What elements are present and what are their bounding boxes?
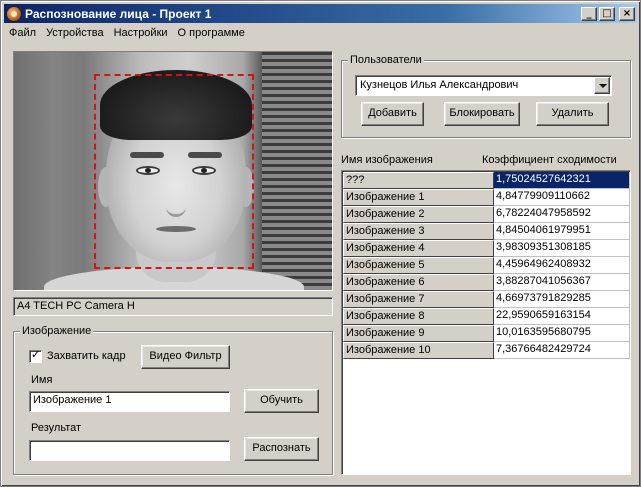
check-mark-icon: ✓: [31, 349, 41, 361]
minimize-button[interactable]: _: [581, 6, 597, 21]
users-group-legend: Пользователи: [348, 54, 424, 66]
table-row[interactable]: Изображение 6 3,88287041056367: [343, 274, 630, 291]
table-cell-image-name[interactable]: Изображение 8: [343, 308, 494, 325]
user-select-value: Кузнецов Илья Александрович: [360, 79, 519, 91]
menu-settings[interactable]: Настройки: [109, 24, 173, 42]
delete-user-button[interactable]: Удалить: [536, 102, 609, 126]
table-cell-image-name[interactable]: Изображение 1: [343, 189, 494, 206]
table-cell-image-name[interactable]: Изображение 7: [343, 291, 494, 308]
table-cell-similarity[interactable]: 4,84504061979951: [494, 223, 630, 240]
maximize-button[interactable]: □: [599, 6, 615, 21]
menu-about[interactable]: О программе: [173, 24, 250, 42]
result-input[interactable]: [29, 440, 230, 461]
results-grid[interactable]: ??? 1,75024527642321 Изображение 1 4,847799…: [341, 170, 631, 475]
table-cell-image-name[interactable]: Изображение 2: [343, 206, 494, 223]
image-group-legend: Изображение: [20, 325, 94, 337]
table-cell-similarity[interactable]: 3,88287041056367: [494, 274, 630, 291]
table-cell-similarity[interactable]: 22,9590659163154: [494, 308, 630, 325]
window-blinds: [262, 52, 332, 290]
capture-checkbox[interactable]: ✓: [29, 349, 42, 363]
train-button[interactable]: Обучить: [244, 389, 319, 413]
block-user-button[interactable]: Блокировать: [444, 102, 520, 126]
table-cell-similarity[interactable]: 3,98309351308185: [494, 240, 630, 257]
main-window: Распознование лица - Проект 1 _ □ × Файл…: [0, 0, 641, 487]
recognize-button[interactable]: Распознать: [244, 437, 319, 461]
table-cell-image-name[interactable]: Изображение 3: [343, 223, 494, 240]
table-row[interactable]: Изображение 2 6,78224047958592: [343, 206, 630, 223]
table-cell-similarity[interactable]: 1,75024527642321: [494, 172, 630, 189]
table-cell-similarity[interactable]: 4,84779909110662: [494, 189, 630, 206]
table-cell-image-name[interactable]: ???: [343, 172, 494, 189]
table-cell-image-name[interactable]: Изображение 5: [343, 257, 494, 274]
column-header-similarity: Коэффициент сходимости: [482, 154, 617, 166]
users-group: Пользователи: [341, 54, 631, 138]
table-row[interactable]: Изображение 1 4,84779909110662: [343, 189, 630, 206]
menu-devices[interactable]: Устройства: [41, 24, 109, 42]
table-row[interactable]: ??? 1,75024527642321: [343, 172, 630, 189]
column-header-image-name: Имя изображения: [341, 154, 433, 166]
user-select[interactable]: Кузнецов Илья Александрович: [355, 75, 612, 96]
camera-preview: [13, 51, 333, 291]
title-bar[interactable]: Распознование лица - Проект 1 _ □ ×: [4, 4, 637, 23]
window-title: Распознование лица - Проект 1: [25, 6, 212, 21]
app-icon: [6, 5, 22, 22]
name-label: Имя: [31, 374, 53, 386]
camera-device-name: A4 TECH PC Camera H: [13, 297, 333, 316]
table-row[interactable]: Изображение 4 3,98309351308185: [343, 240, 630, 257]
table-cell-similarity[interactable]: 7,36766482429724: [494, 342, 630, 359]
table-row[interactable]: Изображение 9 10,0163595680795: [343, 325, 630, 342]
table-cell-similarity[interactable]: 10,0163595680795: [494, 325, 630, 342]
table-cell-image-name[interactable]: Изображение 4: [343, 240, 494, 257]
table-row[interactable]: Изображение 7 4,66973791829285: [343, 291, 630, 308]
table-cell-image-name[interactable]: Изображение 6: [343, 274, 494, 291]
name-input[interactable]: Изображение 1: [29, 391, 230, 412]
table-cell-image-name[interactable]: Изображение 10: [343, 342, 494, 359]
table-row[interactable]: Изображение 10 7,36766482429724: [343, 342, 630, 359]
menu-bar: Файл Устройства Настройки О программе: [4, 24, 250, 42]
table-cell-image-name[interactable]: Изображение 9: [343, 325, 494, 342]
table-row[interactable]: Изображение 5 4,45964962408932: [343, 257, 630, 274]
chevron-down-icon[interactable]: [594, 77, 610, 94]
add-user-button[interactable]: Добавить: [361, 102, 424, 126]
window-controls: _ □ ×: [581, 6, 635, 21]
menu-file[interactable]: Файл: [4, 24, 41, 42]
table-cell-similarity[interactable]: 4,66973791829285: [494, 291, 630, 308]
table-cell-similarity[interactable]: 4,45964962408932: [494, 257, 630, 274]
face-detection-box: [94, 74, 254, 269]
table-row[interactable]: Изображение 3 4,84504061979951: [343, 223, 630, 240]
table-cell-similarity[interactable]: 6,78224047958592: [494, 206, 630, 223]
close-button[interactable]: ×: [619, 6, 635, 21]
table-row[interactable]: Изображение 8 22,9590659163154: [343, 308, 630, 325]
video-filter-button[interactable]: Видео Фильтр: [141, 345, 230, 369]
result-label: Результат: [31, 422, 82, 434]
capture-label[interactable]: Захватить кадр: [47, 350, 126, 362]
